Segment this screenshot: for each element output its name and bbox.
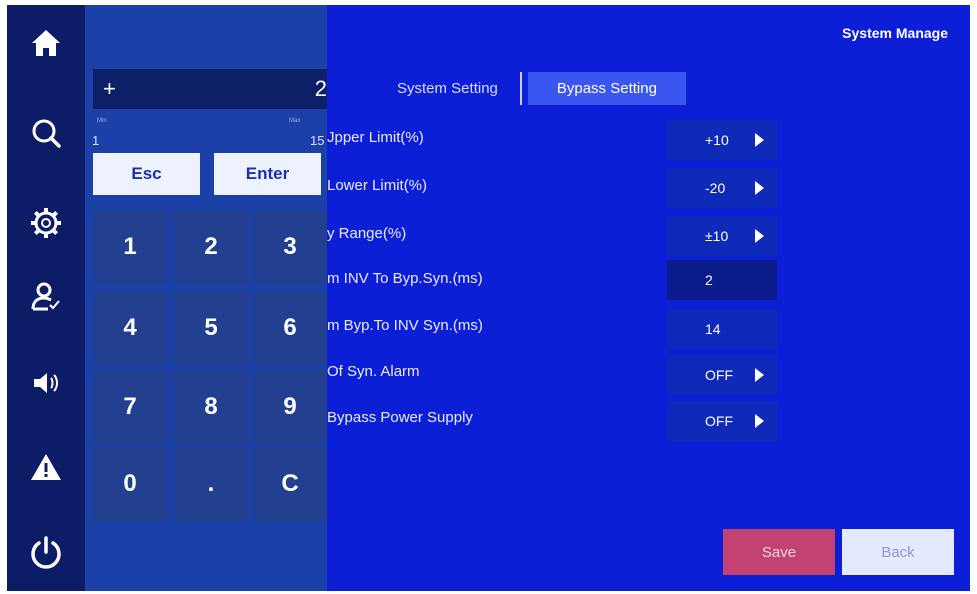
settings-button[interactable] [7, 193, 85, 253]
arrow-right-icon [755, 368, 764, 382]
arrow-right-icon [755, 133, 764, 147]
keypad-display: + 2 [93, 69, 327, 109]
keypad-value: 2 [314, 76, 327, 101]
gear-icon [31, 208, 61, 238]
setting-value: OFF [705, 413, 733, 429]
min-label: Min [97, 118, 107, 124]
sign-toggle[interactable]: + [103, 76, 116, 102]
key-3[interactable]: 3 [253, 210, 327, 284]
esc-button[interactable]: Esc [93, 153, 200, 195]
setting-value-field-active[interactable]: 2 [667, 260, 777, 300]
user-button[interactable] [7, 267, 85, 327]
speaker-icon [34, 373, 58, 393]
setting-value-button[interactable]: OFF [667, 355, 777, 395]
alarm-button[interactable] [7, 437, 85, 497]
key-0[interactable]: 0 [93, 447, 167, 521]
search-icon [32, 119, 61, 148]
sidebar [7, 5, 85, 591]
page-title: System Manage [842, 25, 948, 41]
key-4[interactable]: 4 [93, 291, 167, 365]
back-button[interactable]: Back [842, 529, 954, 575]
setting-value: -20 [705, 180, 726, 196]
max-value: 15 [310, 133, 325, 148]
arrow-right-icon [755, 414, 764, 428]
setting-label: Bypass Power Supply [327, 409, 473, 426]
arrow-right-icon [755, 229, 764, 243]
key-decimal[interactable]: . [174, 447, 248, 521]
setting-value-button[interactable]: -20 [667, 168, 777, 208]
key-2[interactable]: 2 [174, 210, 248, 284]
setting-value-button[interactable]: +10 [667, 120, 777, 160]
setting-value-button[interactable]: ±10 [667, 216, 777, 256]
key-8[interactable]: 8 [174, 370, 248, 444]
numeric-keypad: + 2 Min Max 1 15 Esc Enter 1 2 3 4 5 6 7… [85, 5, 327, 591]
home-icon [32, 30, 60, 56]
setting-value-field[interactable]: 14 [667, 309, 777, 349]
tab-system-setting[interactable]: System Setting [379, 72, 522, 105]
sound-button[interactable] [7, 353, 85, 413]
key-clear[interactable]: C [253, 447, 327, 521]
key-5[interactable]: 5 [174, 291, 248, 365]
max-label: Max [289, 118, 301, 124]
tab-bar: System Setting Bypass Setting [379, 72, 686, 105]
setting-value: OFF [705, 367, 733, 383]
min-value: 1 [92, 133, 100, 148]
setting-value: +10 [705, 132, 729, 148]
setting-label: Jpper Limit(%) [327, 129, 424, 146]
setting-value: 14 [705, 321, 721, 337]
search-button[interactable] [7, 103, 85, 163]
power-button[interactable] [7, 523, 85, 583]
warning-icon [31, 454, 61, 480]
user-check-icon [31, 282, 60, 311]
setting-label: m Byp.To INV Syn.(ms) [327, 317, 483, 334]
setting-label: Lower Limit(%) [327, 177, 428, 194]
enter-button[interactable]: Enter [214, 153, 321, 195]
key-6[interactable]: 6 [253, 291, 327, 365]
home-button[interactable] [7, 13, 85, 73]
setting-label: m INV To Byp.Syn.(ms) [327, 270, 483, 287]
key-9[interactable]: 9 [253, 370, 327, 444]
setting-value: ±10 [705, 228, 729, 244]
setting-value-button[interactable]: OFF [667, 401, 777, 441]
arrow-right-icon [755, 181, 764, 195]
key-1[interactable]: 1 [93, 210, 167, 284]
setting-label: y Range(%) [327, 225, 407, 242]
key-7[interactable]: 7 [93, 370, 167, 444]
setting-label: Of Syn. Alarm [327, 363, 420, 380]
save-button[interactable]: Save [723, 529, 835, 575]
screen: System Manage System Setting Bypass Sett… [7, 5, 970, 591]
power-icon [31, 536, 61, 569]
tab-bypass-setting[interactable]: Bypass Setting [527, 72, 686, 105]
setting-value: 2 [705, 272, 713, 288]
